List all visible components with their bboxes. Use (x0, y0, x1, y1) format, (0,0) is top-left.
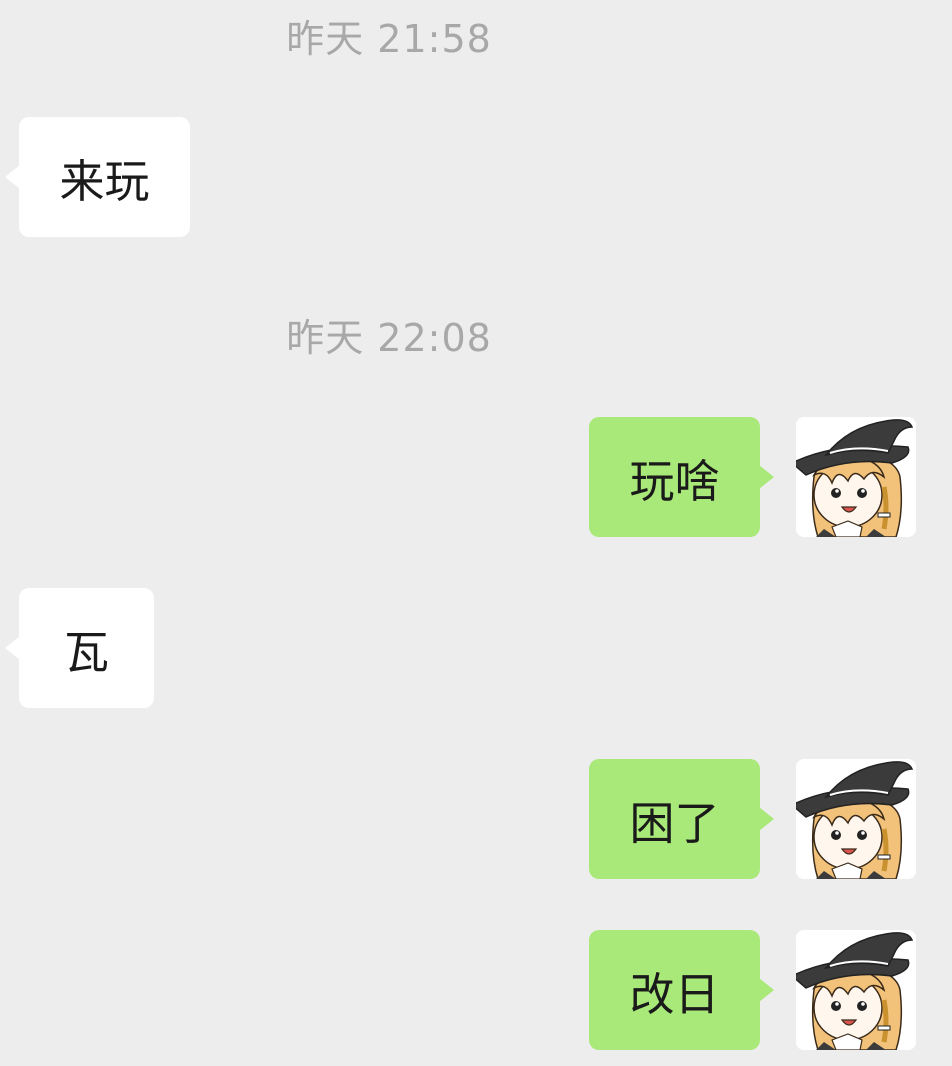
message-text: 玩啥 (629, 454, 720, 508)
timestamp: 昨天 21:58 (286, 17, 492, 61)
avatar[interactable] (796, 759, 916, 879)
message-text: 瓦 (63, 625, 109, 679)
avatar[interactable] (796, 417, 916, 537)
message-text: 来玩 (59, 154, 150, 208)
witch-girl-avatar-icon (796, 930, 916, 1050)
witch-girl-avatar-icon (796, 417, 916, 537)
timestamp: 昨天 22:08 (286, 316, 492, 360)
message-text: 改日 (629, 967, 720, 1021)
message-text: 困了 (629, 796, 720, 850)
chat-view[interactable]: 昨天 21:58 来玩 昨天 22:08 玩啥 瓦 困了 改日 (0, 0, 952, 1066)
message-bubble-incoming[interactable]: 来玩 (5, 117, 190, 237)
witch-girl-avatar-icon (796, 759, 916, 879)
message-bubble-incoming[interactable]: 瓦 (5, 588, 154, 708)
message-bubble-outgoing[interactable]: 玩啥 (589, 417, 774, 537)
message-bubble-outgoing[interactable]: 困了 (589, 759, 774, 879)
message-bubble-outgoing[interactable]: 改日 (589, 930, 774, 1050)
avatar[interactable] (796, 930, 916, 1050)
